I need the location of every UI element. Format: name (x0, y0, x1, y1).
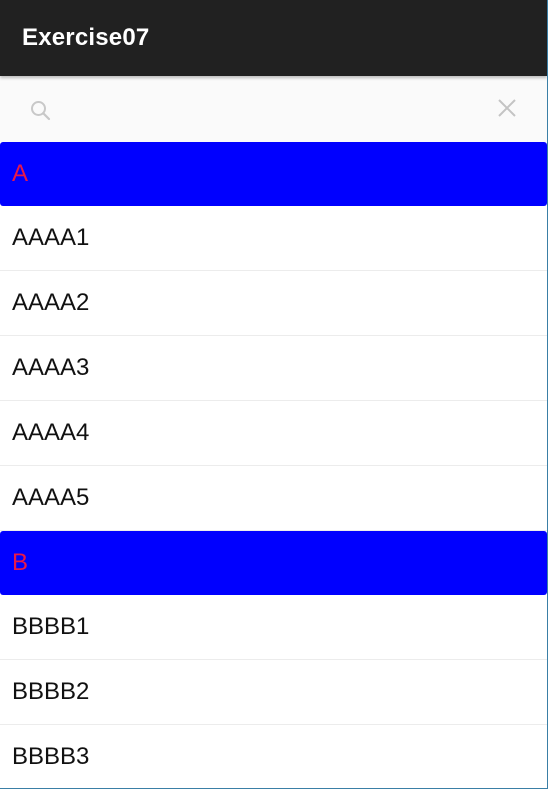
list-item[interactable]: AAAA2 (0, 271, 547, 336)
list-item[interactable]: AAAA5 (0, 466, 547, 531)
close-icon[interactable] (495, 96, 519, 120)
list-item[interactable]: BBBB3 (0, 725, 547, 788)
list-item[interactable]: BBBB1 (0, 595, 547, 660)
list-item[interactable]: AAAA4 (0, 401, 547, 466)
app-screen: Exercise07 A AAAA1 AAAA2 AAAA3 AAAA4 AAA… (0, 0, 548, 789)
indexed-list: A AAAA1 AAAA2 AAAA3 AAAA4 AAAA5 B BBBB1 … (0, 142, 547, 788)
list-item[interactable]: AAAA3 (0, 336, 547, 401)
section-header-a: A (0, 142, 547, 206)
list-item[interactable]: AAAA1 (0, 206, 547, 271)
search-bar (0, 76, 547, 142)
app-bar: Exercise07 (0, 0, 547, 76)
list-item[interactable]: BBBB2 (0, 660, 547, 725)
search-input[interactable] (66, 92, 466, 126)
search-icon (28, 98, 54, 124)
section-header-b: B (0, 531, 547, 595)
app-title: Exercise07 (22, 24, 150, 51)
